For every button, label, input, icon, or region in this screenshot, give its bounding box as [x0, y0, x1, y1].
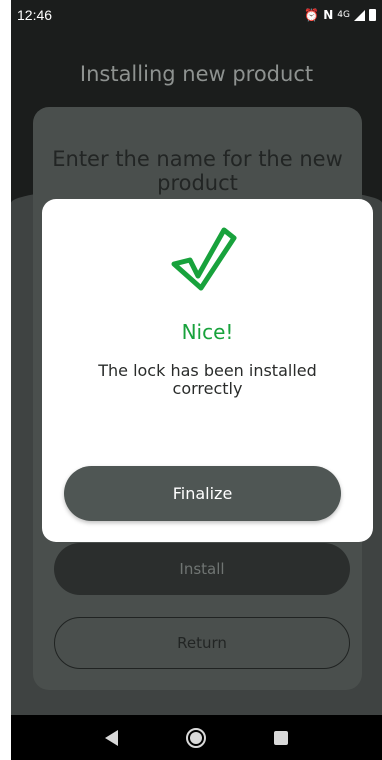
navigation-bar	[11, 715, 382, 760]
finalize-button[interactable]: Finalize	[64, 466, 341, 521]
home-icon[interactable]	[186, 727, 206, 748]
back-icon[interactable]	[105, 729, 118, 746]
checkmark-icon	[171, 227, 237, 291]
dialog-message: The lock has been installed correctly	[98, 361, 317, 398]
home-dot	[190, 731, 202, 744]
recents-icon[interactable]	[274, 730, 288, 745]
dialog-title: Nice!	[181, 320, 234, 344]
success-dialog: Nice! The lock has been installed correc…	[42, 199, 373, 542]
phone-screen: 12:46 ⏰ N 4G Installing new product Ente…	[11, 0, 382, 760]
